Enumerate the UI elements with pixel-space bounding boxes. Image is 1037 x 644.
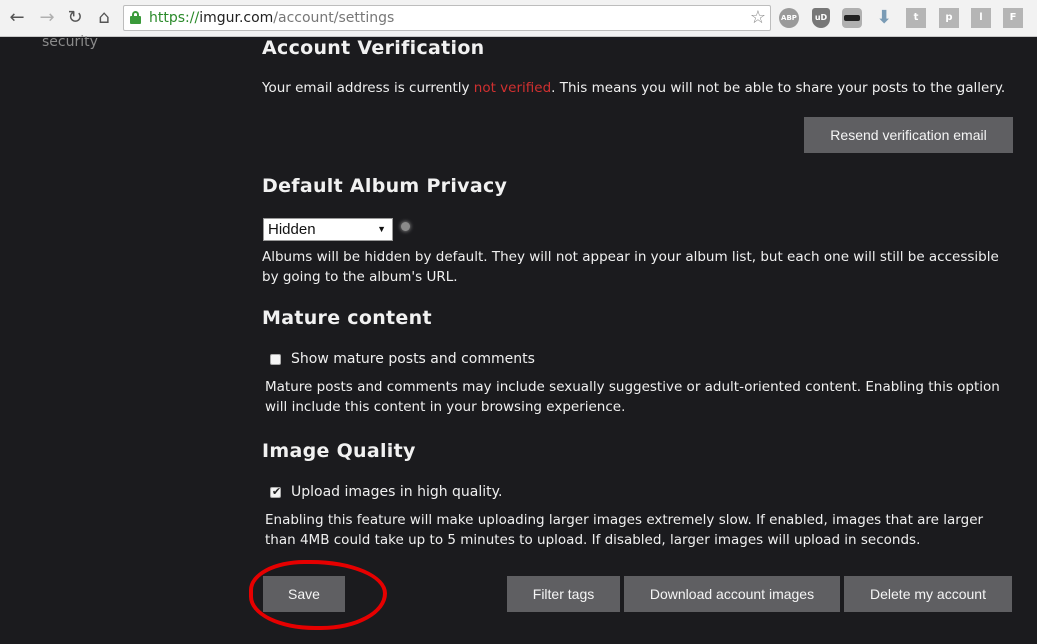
account-verification-heading: Account Verification bbox=[262, 37, 485, 59]
adblock-plus-icon[interactable]: ABP bbox=[779, 8, 799, 28]
lock-icon bbox=[130, 11, 141, 24]
mature-checkbox-label[interactable]: Show mature posts and comments bbox=[291, 351, 535, 367]
download-arrow-icon[interactable]: ⬇ bbox=[874, 8, 894, 28]
checkmark-icon: ✔ bbox=[271, 485, 282, 498]
extension-t-icon[interactable]: t bbox=[906, 8, 926, 28]
high-quality-checkbox[interactable]: ✔ bbox=[270, 485, 281, 498]
back-arrow-icon[interactable]: ← bbox=[6, 7, 28, 29]
album-privacy-description: Albums will be hidden by default. They w… bbox=[262, 249, 999, 285]
not-verified-status: not verified bbox=[473, 80, 552, 96]
extension-l-icon[interactable]: l bbox=[971, 8, 991, 28]
image-quality-heading: Image Quality bbox=[262, 440, 416, 462]
dropdown-arrow-icon: ▼ bbox=[377, 224, 386, 234]
bookmark-star-icon[interactable]: ☆ bbox=[750, 7, 766, 29]
url-text[interactable]: https://imgur.com/account/settings bbox=[149, 9, 394, 27]
help-indicator-icon[interactable] bbox=[401, 222, 410, 231]
ublock-icon[interactable]: uD bbox=[812, 8, 830, 28]
mature-description: Mature posts and comments may include se… bbox=[265, 379, 1000, 415]
forward-arrow-icon[interactable]: → bbox=[36, 7, 58, 29]
extension-p-icon[interactable]: p bbox=[939, 8, 959, 28]
download-account-images-button[interactable]: Download account images bbox=[624, 576, 840, 612]
sidebar-item-security[interactable]: security bbox=[42, 34, 98, 50]
browser-toolbar: ← → ↻ ⌂ https://imgur.com/account/settin… bbox=[0, 0, 1037, 37]
home-icon[interactable]: ⌂ bbox=[93, 7, 115, 29]
image-quality-description: Enabling this feature will make uploadin… bbox=[265, 512, 984, 548]
save-button[interactable]: Save bbox=[263, 576, 345, 612]
mature-checkbox[interactable] bbox=[270, 354, 281, 365]
extension-f-icon[interactable]: F bbox=[1003, 8, 1023, 28]
album-privacy-select[interactable]: Hidden ▼ bbox=[263, 218, 393, 241]
album-privacy-heading: Default Album Privacy bbox=[262, 175, 508, 197]
mask-extension-icon[interactable] bbox=[842, 8, 862, 28]
resend-verification-button[interactable]: Resend verification email bbox=[804, 117, 1013, 153]
mature-content-heading: Mature content bbox=[262, 307, 432, 329]
delete-account-button[interactable]: Delete my account bbox=[844, 576, 1012, 612]
filter-tags-button[interactable]: Filter tags bbox=[507, 576, 620, 612]
reload-icon[interactable]: ↻ bbox=[64, 7, 86, 29]
address-bar[interactable]: https://imgur.com/account/settings ☆ bbox=[123, 5, 771, 31]
verification-message: Your email address is currently not veri… bbox=[262, 80, 1006, 96]
high-quality-checkbox-label[interactable]: Upload images in high quality. bbox=[291, 484, 502, 500]
